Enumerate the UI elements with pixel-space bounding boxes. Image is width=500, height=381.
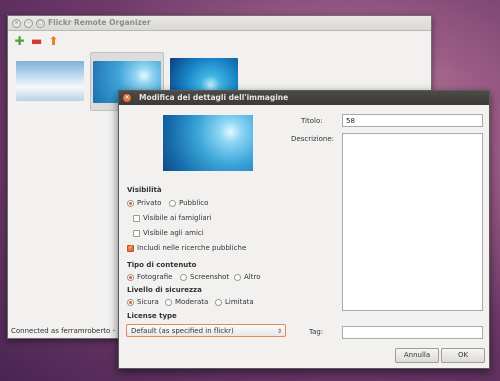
edit-image-dialog: × Modifica dei dettagli dell'immagine Vi… — [118, 90, 490, 369]
license-dropdown[interactable]: Default (as specified in flickr) ⇕ — [126, 324, 286, 337]
dialog-titlebar: × Modifica dei dettagli dell'immagine — [119, 91, 489, 105]
title-field[interactable]: 58 — [342, 114, 483, 127]
radio-public-indicator[interactable] — [169, 199, 176, 207]
main-titlebar: × – □ Flickr Remote Organizer — [8, 16, 431, 31]
status-bar: Connected as ferramroberto - 3( — [11, 327, 125, 335]
radio-other-indicator[interactable] — [234, 273, 241, 281]
license-heading: License type — [127, 312, 177, 320]
radio-safe[interactable]: Sicura — [127, 298, 159, 306]
chevron-updown-icon: ⇕ — [276, 328, 282, 335]
close-icon[interactable]: × — [123, 94, 131, 102]
cancel-button[interactable]: Annulla — [395, 348, 439, 363]
radio-other[interactable]: Altro — [234, 273, 261, 281]
radio-moderate[interactable]: Moderata — [165, 298, 208, 306]
toolbar: ✚ ▬ ⬆ — [8, 31, 431, 51]
radio-moderate-indicator[interactable] — [165, 298, 172, 306]
image-preview — [163, 115, 253, 171]
maximize-window-icon[interactable]: □ — [36, 19, 45, 28]
description-label: Descrizione: — [291, 135, 335, 143]
radio-photos-indicator[interactable] — [127, 273, 134, 281]
radio-private[interactable]: Privato — [127, 199, 161, 207]
radio-screenshot[interactable]: Screenshot — [180, 273, 229, 281]
radio-photos[interactable]: Fotografie — [127, 273, 172, 281]
add-photo-icon[interactable]: ✚ — [14, 35, 25, 47]
description-field[interactable] — [342, 133, 483, 311]
title-label: Titolo: — [301, 117, 323, 125]
thumbnail-image — [16, 60, 84, 101]
close-window-icon[interactable]: × — [12, 19, 21, 28]
radio-restricted[interactable]: Limitata — [215, 298, 254, 306]
checkbox-search[interactable]: Includi nelle ricerche pubbliche — [127, 244, 246, 252]
radio-public[interactable]: Pubblico — [169, 199, 208, 207]
window-title: Flickr Remote Organizer — [48, 18, 151, 27]
remove-photo-icon[interactable]: ▬ — [31, 35, 42, 47]
checkbox-family[interactable]: Visibile ai famigliari — [133, 214, 211, 222]
tag-field[interactable] — [342, 326, 483, 339]
radio-screenshot-indicator[interactable] — [180, 273, 187, 281]
checkbox-friends[interactable]: Visibile agli amici — [133, 229, 204, 237]
radio-safe-indicator[interactable] — [127, 298, 134, 306]
minimize-window-icon[interactable]: – — [24, 19, 33, 28]
visibility-heading: Visibilità — [127, 186, 162, 194]
radio-private-indicator[interactable] — [127, 199, 134, 207]
dialog-title: Modifica dei dettagli dell'immagine — [139, 93, 289, 102]
checkbox-family-box[interactable] — [133, 214, 140, 222]
checkbox-search-box[interactable] — [127, 244, 134, 252]
tag-label: Tag: — [309, 328, 324, 336]
radio-restricted-indicator[interactable] — [215, 298, 222, 306]
checkbox-friends-box[interactable] — [133, 229, 140, 237]
license-dropdown-value: Default (as specified in flickr) — [131, 327, 234, 335]
ok-button[interactable]: OK — [441, 348, 485, 363]
safety-heading: Livello di sicurezza — [127, 286, 202, 294]
upload-icon[interactable]: ⬆ — [48, 35, 59, 47]
thumbnail-item[interactable] — [14, 52, 86, 109]
content-type-heading: Tipo di contenuto — [127, 261, 197, 269]
